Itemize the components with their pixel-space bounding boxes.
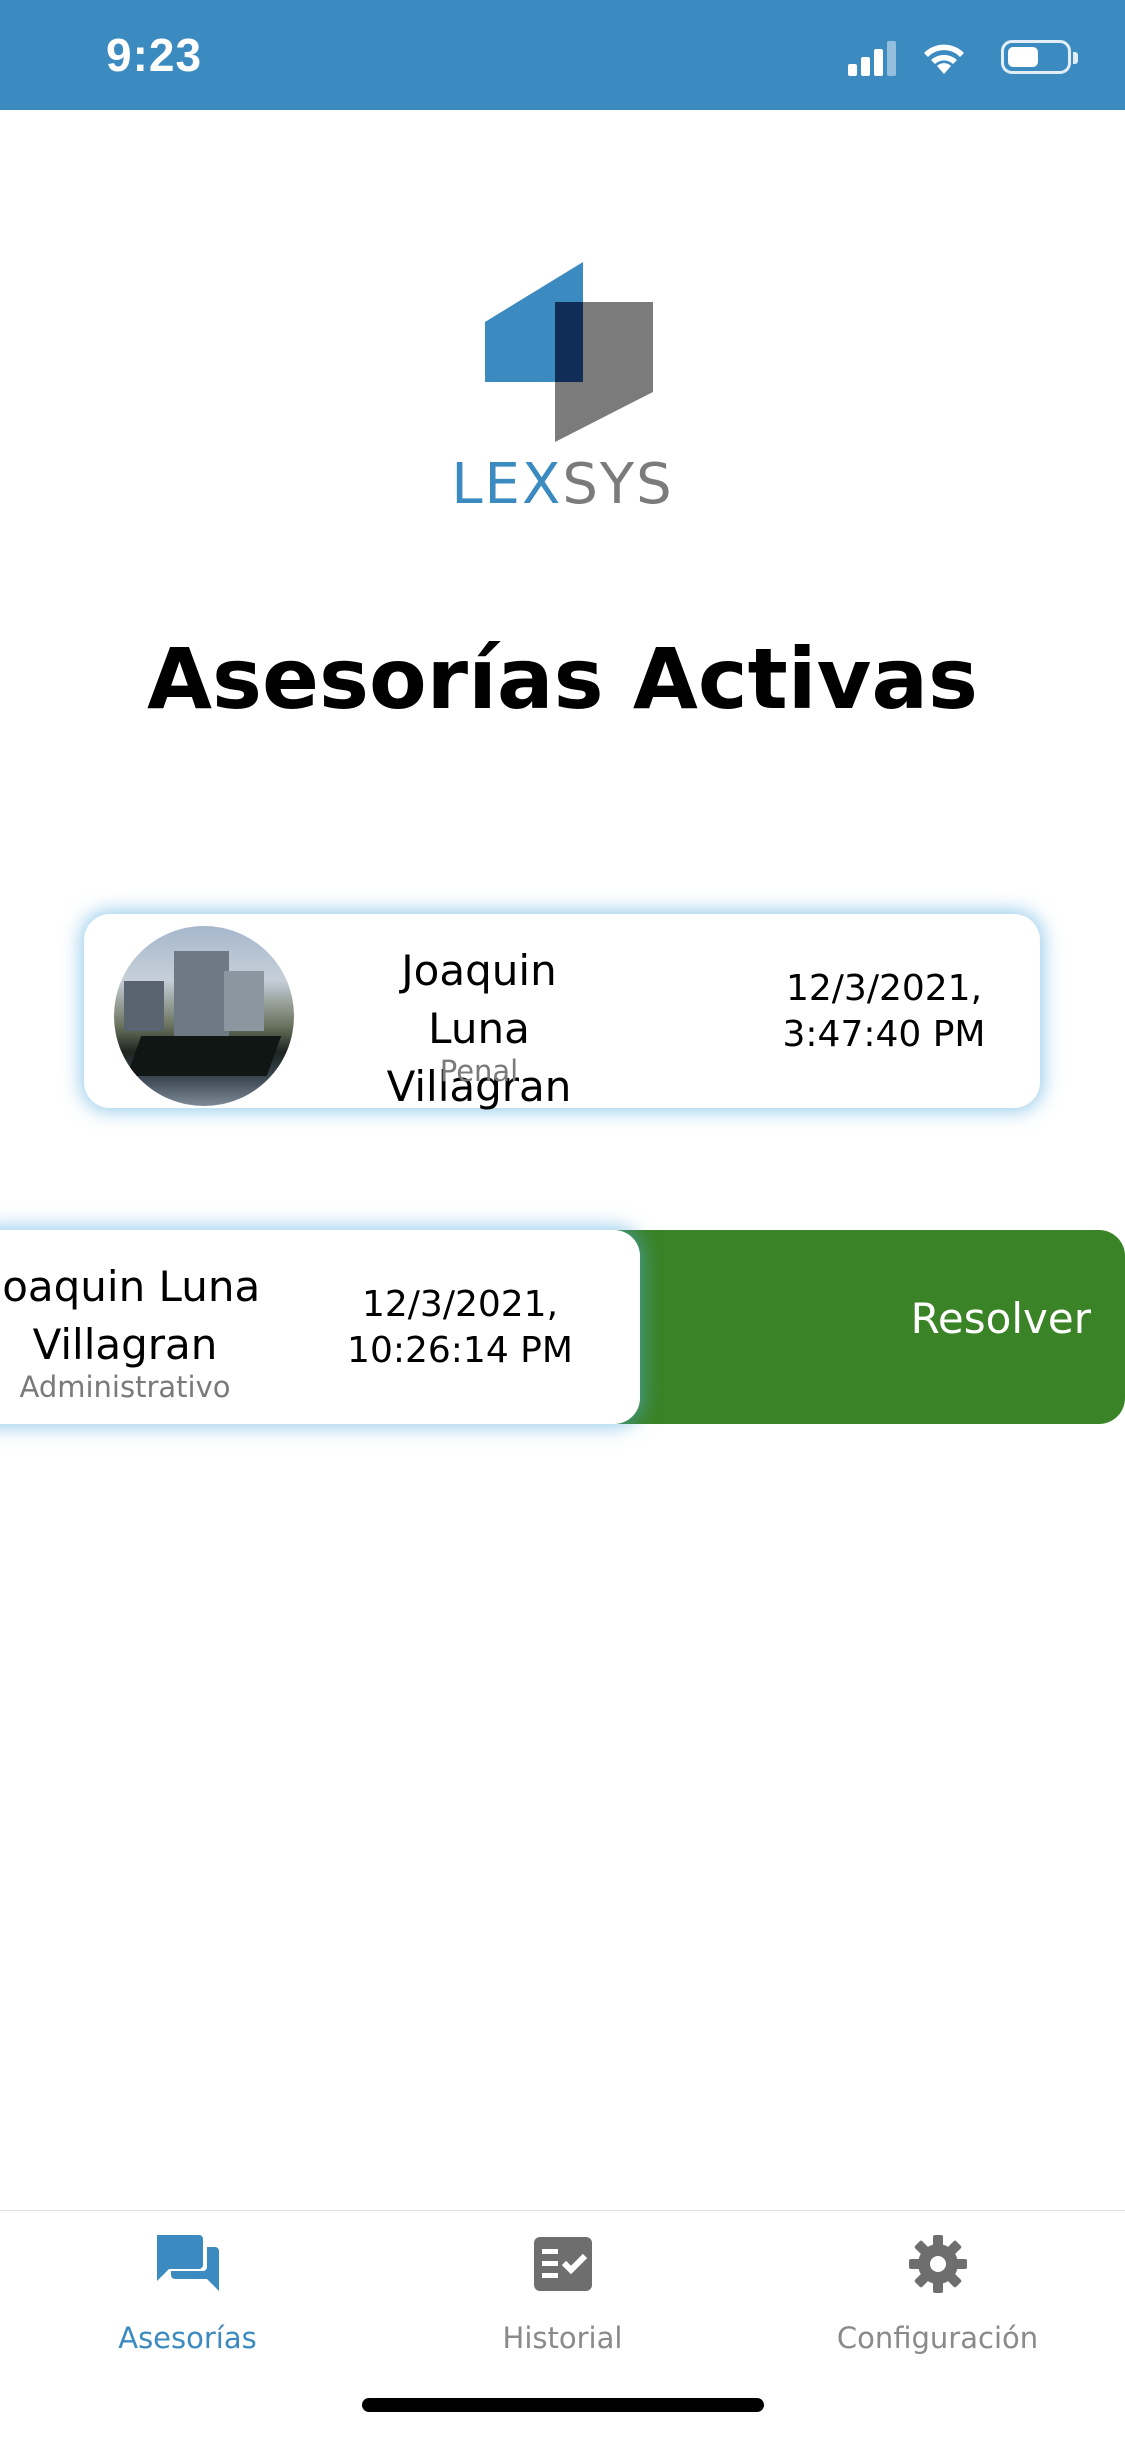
consultation-date: 12/3/2021, 10:26:14 PM bbox=[340, 1282, 580, 1374]
wifi-icon bbox=[924, 44, 964, 74]
client-name-line1: Joaquin Luna bbox=[0, 1262, 261, 1311]
date-line1: 12/3/2021, bbox=[361, 1284, 559, 1325]
chat-bubbles-icon bbox=[157, 2235, 219, 2291]
consultation-card[interactable]: Joaquin Luna Villagran Administrativo 12… bbox=[0, 1230, 640, 1424]
client-name-line2: Villagran bbox=[32, 1320, 218, 1369]
time-line2: 3:47:40 PM bbox=[782, 1014, 986, 1055]
signal-icon bbox=[848, 40, 896, 76]
consultation-date: 12/3/2021, 3:47:40 PM bbox=[754, 966, 1014, 1058]
consultation-card[interactable]: Joaquin Luna Villagran Penal 12/3/2021, … bbox=[84, 914, 1040, 1111]
resolve-button[interactable]: Resolver bbox=[590, 1230, 1125, 1424]
consultation-category: Penal bbox=[439, 1054, 519, 1088]
tab-asesorias[interactable]: Asesorías bbox=[0, 2211, 375, 2361]
page-title: Asesorías Activas bbox=[146, 630, 979, 728]
logo-text-sys: SYS bbox=[562, 452, 674, 517]
tab-historial[interactable]: Historial bbox=[375, 2211, 750, 2361]
resolve-label: Resolver bbox=[910, 1294, 1091, 1343]
tab-label: Historial bbox=[502, 2321, 623, 2355]
status-icons bbox=[771, 40, 1078, 80]
battery-icon bbox=[1001, 40, 1078, 74]
time-line2: 10:26:14 PM bbox=[347, 1330, 573, 1371]
client-name: Joaquin Luna Villagran bbox=[0, 1258, 280, 1374]
logo-wordmark: LEXSYS bbox=[0, 452, 1125, 517]
checklist-icon bbox=[534, 2237, 592, 2291]
tab-configuracion[interactable]: Configuración bbox=[750, 2211, 1125, 2361]
logo-text-lex: LEX bbox=[451, 452, 563, 517]
status-bar: 9:23 bbox=[0, 0, 1125, 110]
avatar bbox=[114, 926, 294, 1106]
client-name-line1: Joaquin Luna bbox=[401, 946, 557, 1053]
tab-label: Configuración bbox=[836, 2321, 1039, 2355]
consultation-category: Administrativo bbox=[19, 1370, 231, 1404]
status-time: 9:23 bbox=[106, 29, 203, 81]
gear-icon bbox=[909, 2235, 967, 2293]
home-indicator bbox=[362, 2398, 764, 2412]
lexsys-logo-icon bbox=[485, 262, 653, 442]
date-line1: 12/3/2021, bbox=[785, 968, 983, 1009]
client-name: Joaquin Luna Villagran bbox=[344, 942, 614, 1116]
tab-label: Asesorías bbox=[118, 2321, 257, 2355]
swipe-row: Resolver Joaquin Luna Villagran Administ… bbox=[0, 1230, 1125, 1424]
